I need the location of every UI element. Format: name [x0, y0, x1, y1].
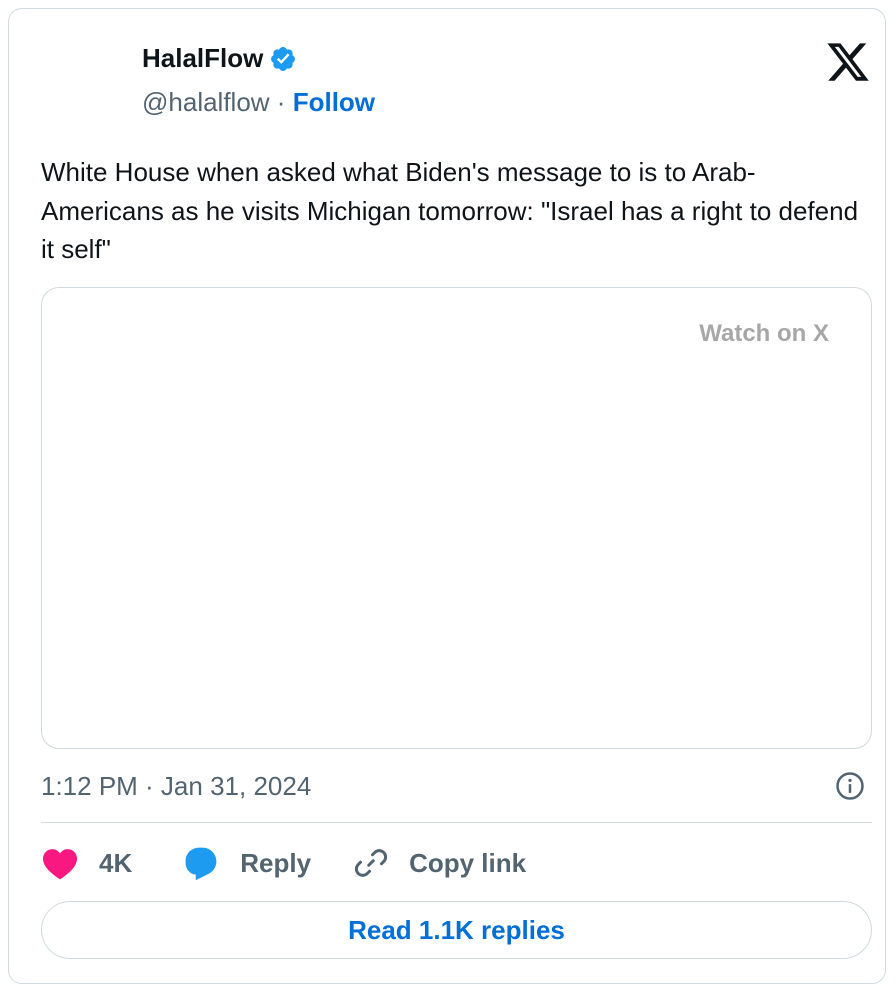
action-bar: 4K Reply Copy link [41, 843, 526, 883]
x-logo-icon[interactable] [825, 39, 871, 85]
speech-bubble-icon [185, 847, 217, 881]
verified-badge-icon [271, 46, 296, 71]
link-icon [355, 849, 388, 877]
tweet-text: White House when asked what Biden's mess… [41, 157, 859, 264]
follow-button[interactable]: Follow [293, 87, 375, 117]
video-player[interactable]: Watch on X [41, 287, 872, 749]
author-handle-row: @halalflow · Follow [142, 87, 375, 118]
reply-button[interactable]: Reply [182, 845, 311, 881]
author-name-row: HalalFlow [142, 43, 297, 74]
watch-on-x-link[interactable]: Watch on X [699, 320, 829, 348]
read-replies-button[interactable]: Read 1.1K replies [41, 901, 872, 959]
tweet-timestamp[interactable]: 1:12 PM · Jan 31, 2024 [41, 771, 311, 802]
tweet-embed-card: HalalFlow @halalflow · Follow White Hous… [8, 8, 886, 984]
like-button[interactable]: 4K [41, 846, 132, 880]
author-handle[interactable]: @halalflow [142, 87, 270, 117]
heart-icon [43, 849, 77, 880]
handle-separator: · [276, 87, 286, 117]
like-count: 4K [99, 847, 133, 878]
copy-link-button[interactable]: Copy link [353, 845, 526, 881]
reply-label: Reply [240, 847, 312, 878]
author-name[interactable]: HalalFlow [142, 43, 263, 74]
info-icon[interactable] [835, 771, 865, 801]
copy-link-label: Copy link [409, 847, 527, 878]
divider [41, 822, 872, 823]
